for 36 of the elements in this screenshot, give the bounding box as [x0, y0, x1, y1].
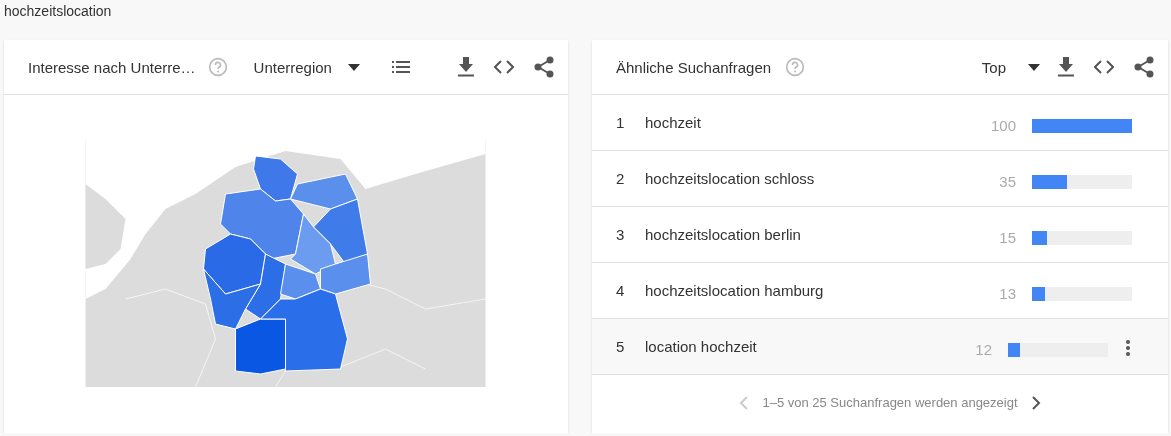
query-row[interactable]: 3 hochzeitslocation berlin 15: [592, 207, 1168, 263]
region-dropdown[interactable]: Unterregion: [253, 58, 360, 76]
code-icon[interactable]: [1094, 60, 1114, 74]
query-value: 100: [989, 117, 1016, 134]
download-icon[interactable]: [1058, 57, 1074, 77]
caret-icon: [347, 63, 360, 71]
next-page-icon[interactable]: [1031, 395, 1041, 410]
query-link[interactable]: hochzeitslocation schloss: [645, 170, 976, 187]
more-icon[interactable]: [1126, 340, 1130, 356]
pagination-text: 1–5 von 25 Suchanfragen werden angezeigt: [762, 395, 1018, 410]
query-row[interactable]: 1 hochzeit 100: [592, 95, 1168, 151]
caret-icon: [1028, 63, 1040, 71]
rank-number: 4: [616, 282, 626, 299]
list-icon[interactable]: [392, 61, 410, 73]
query-link[interactable]: hochzeit: [645, 114, 976, 131]
rank-number: 2: [616, 170, 626, 187]
page-title: hochzeitslocation: [3, 2, 113, 21]
card-title: Ähnliche Suchanfragen: [616, 58, 772, 76]
query-row[interactable]: 5 location hochzeit 12: [592, 319, 1168, 375]
query-link[interactable]: hochzeitslocation hamburg: [645, 282, 976, 299]
code-icon[interactable]: [494, 60, 514, 74]
rank-number: 3: [616, 226, 626, 243]
query-value: 13: [998, 285, 1016, 302]
query-link[interactable]: hochzeitslocation berlin: [645, 226, 976, 243]
rank-number: 5: [616, 338, 626, 355]
query-value: 15: [998, 229, 1016, 246]
share-icon[interactable]: [534, 56, 554, 78]
query-row[interactable]: 2 hochzeitslocation schloss 35: [592, 151, 1168, 207]
card-title: Interesse nach Unterre…: [28, 58, 196, 76]
share-icon[interactable]: [1134, 56, 1154, 78]
query-link[interactable]: location hochzeit: [645, 338, 952, 355]
query-value: 35: [998, 173, 1016, 190]
download-icon[interactable]: [458, 57, 474, 77]
rank-number: 1: [616, 114, 626, 131]
query-value: 12: [974, 341, 992, 358]
sort-dropdown[interactable]: Top: [981, 58, 1040, 76]
